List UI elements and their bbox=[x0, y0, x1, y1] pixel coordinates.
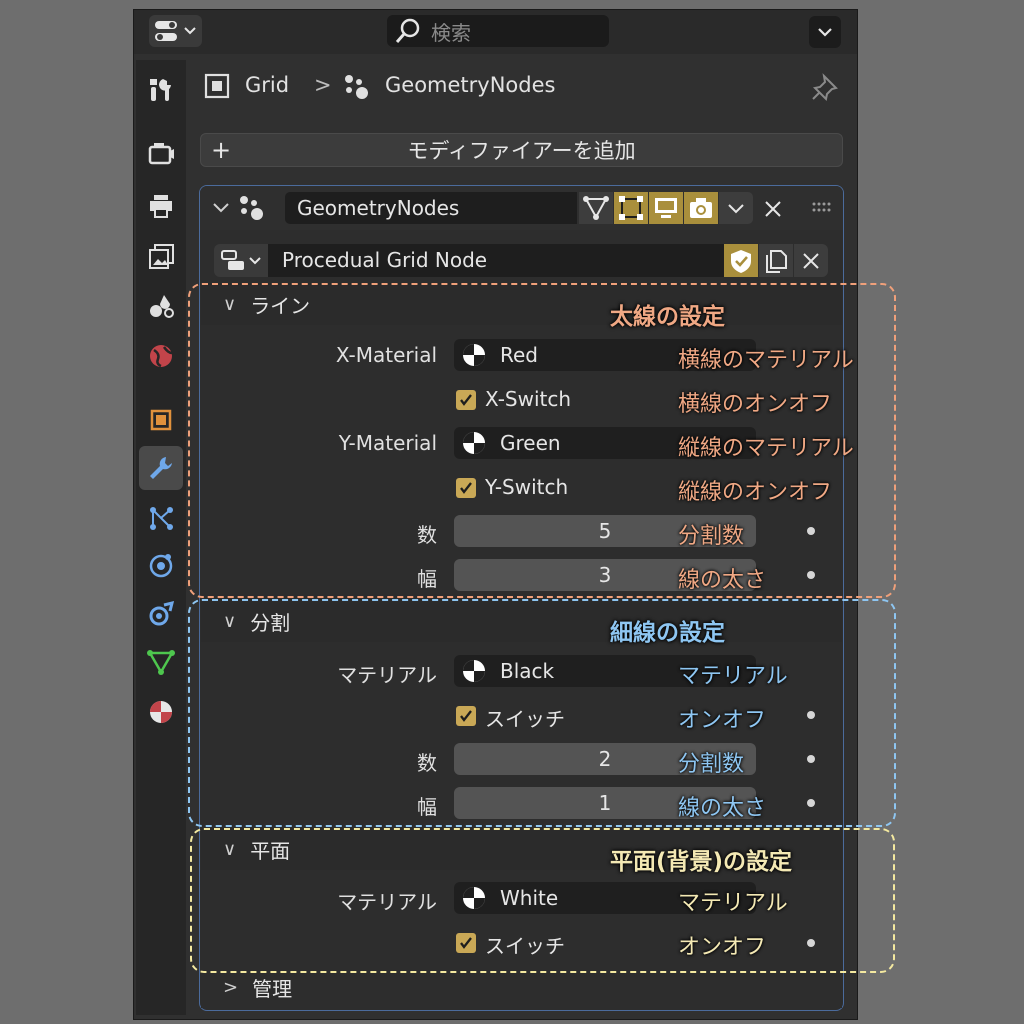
duplicate-icon bbox=[766, 249, 787, 273]
annotation-title-line: 太線の設定 bbox=[610, 304, 725, 330]
viewport-display-button[interactable] bbox=[649, 192, 683, 224]
annotation-division-material: マテリアル bbox=[678, 664, 788, 689]
chevron-down-icon bbox=[818, 28, 832, 37]
scene-icon bbox=[150, 295, 174, 318]
fake-user-button[interactable] bbox=[724, 244, 758, 277]
add-modifier-button[interactable]: + モディファイアーを追加 bbox=[200, 133, 843, 167]
annotation-line-count: 分割数 bbox=[678, 524, 745, 549]
mesh-data-icon bbox=[147, 650, 175, 675]
render-icon bbox=[148, 143, 174, 165]
wrench-icon bbox=[150, 457, 172, 479]
annotation-division-switch: オンオフ bbox=[678, 708, 767, 733]
editor-type-button[interactable] bbox=[149, 15, 202, 47]
options-dropdown-button[interactable] bbox=[809, 16, 841, 48]
view-layer-icon bbox=[149, 244, 174, 269]
annotation-plane-switch: オンオフ bbox=[678, 935, 767, 960]
annotation-plane-material: マテリアル bbox=[678, 891, 788, 916]
chevron-right-icon: > bbox=[223, 976, 239, 998]
physics-icon bbox=[149, 554, 173, 578]
duplicate-button[interactable] bbox=[759, 244, 793, 277]
tab-modifiers[interactable] bbox=[139, 446, 183, 490]
particles-icon bbox=[150, 507, 173, 530]
edit-mode-button[interactable] bbox=[614, 192, 648, 224]
breadcrumb-object: Grid bbox=[245, 73, 290, 97]
search-input[interactable]: 検索 bbox=[387, 15, 609, 47]
edit-mode-icon bbox=[619, 196, 643, 220]
geometry-nodes-icon bbox=[345, 75, 368, 99]
tab-world[interactable] bbox=[139, 334, 183, 378]
annotation-division-count: 分割数 bbox=[678, 752, 745, 777]
vertex-triangle-icon bbox=[583, 196, 609, 220]
render-display-button[interactable] bbox=[684, 192, 718, 224]
tab-scene[interactable] bbox=[139, 284, 183, 328]
pin-icon[interactable] bbox=[810, 72, 840, 102]
shield-icon bbox=[731, 249, 751, 273]
tab-object[interactable] bbox=[139, 398, 183, 442]
properties-tabs bbox=[136, 60, 186, 1015]
breadcrumb-separator: > bbox=[314, 73, 332, 97]
collapse-chevron-icon[interactable] bbox=[210, 198, 234, 218]
object-icon bbox=[150, 409, 172, 431]
tab-output[interactable] bbox=[139, 184, 183, 228]
add-modifier-label: モディファイアーを追加 bbox=[407, 139, 636, 163]
constraints-icon bbox=[149, 600, 175, 626]
modifier-menu-button[interactable] bbox=[719, 192, 753, 224]
annotation-division-width: 線の太さ bbox=[678, 796, 767, 821]
modifier-name-field[interactable]: GeometryNodes bbox=[285, 192, 577, 224]
object-icon bbox=[204, 73, 230, 99]
tab-view-layer[interactable] bbox=[139, 234, 183, 278]
material-icon bbox=[150, 701, 172, 723]
annotation-y-material: 縦線のマテリアル bbox=[678, 436, 854, 461]
unlink-button[interactable] bbox=[794, 244, 828, 277]
tab-constraints[interactable] bbox=[139, 592, 183, 636]
annotation-title-plane: 平面(背景)の設定 bbox=[610, 849, 793, 875]
output-icon bbox=[150, 195, 172, 218]
chevron-down-icon bbox=[728, 204, 744, 214]
geometry-nodes-icon bbox=[240, 196, 263, 220]
tab-particles[interactable] bbox=[139, 496, 183, 540]
annotation-line-width: 線の太さ bbox=[678, 568, 767, 593]
breadcrumb-modifier: GeometryNodes bbox=[385, 73, 556, 97]
tab-physics[interactable] bbox=[139, 544, 183, 588]
world-icon bbox=[150, 345, 173, 368]
annotation-y-switch: 縦線のオンオフ bbox=[678, 480, 833, 505]
plus-icon: + bbox=[211, 136, 232, 164]
camera-icon bbox=[690, 198, 712, 218]
node-tree-icon bbox=[221, 250, 261, 270]
close-icon bbox=[803, 252, 819, 269]
monitor-icon bbox=[655, 198, 677, 218]
annotation-title-division: 細線の設定 bbox=[610, 620, 725, 646]
drag-handle-icon[interactable] bbox=[810, 198, 836, 218]
editor-type-icon bbox=[155, 21, 196, 41]
close-icon[interactable] bbox=[760, 196, 786, 222]
tool-icon bbox=[150, 79, 171, 101]
annotation-box-division bbox=[188, 599, 896, 827]
tab-material[interactable] bbox=[139, 690, 183, 734]
edit-mode-cage-button[interactable] bbox=[579, 192, 613, 224]
search-placeholder: 検索 bbox=[431, 20, 471, 45]
search-icon bbox=[395, 18, 420, 43]
tab-render[interactable] bbox=[139, 132, 183, 176]
node-group-field[interactable]: Procedual Grid Node bbox=[268, 244, 724, 277]
section-title-manage: 管理 bbox=[252, 976, 293, 1001]
tab-data[interactable] bbox=[139, 640, 183, 684]
node-group-browse-button[interactable] bbox=[214, 244, 268, 277]
tab-tool[interactable] bbox=[139, 68, 183, 112]
annotation-x-material: 横線のマテリアル bbox=[678, 348, 854, 373]
annotation-x-switch: 横線のオンオフ bbox=[678, 392, 833, 417]
